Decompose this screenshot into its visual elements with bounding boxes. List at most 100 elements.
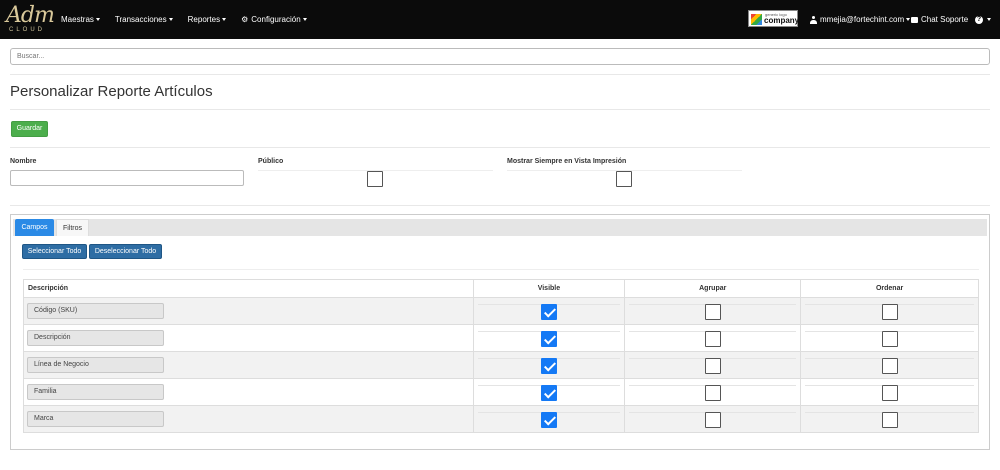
select-all-button[interactable]: Seleccionar Todo xyxy=(22,244,87,259)
divider xyxy=(10,74,990,75)
cell-ordenar xyxy=(800,378,979,406)
divider xyxy=(10,147,990,148)
publico-label: Público xyxy=(258,158,284,165)
cell-agrupar xyxy=(624,324,802,352)
cell-descripcion: Línea de Negocio xyxy=(23,351,474,379)
cell-agrupar xyxy=(624,351,802,379)
cell-descripcion: Marca xyxy=(23,405,474,433)
ordenar-checkbox[interactable] xyxy=(881,304,898,320)
table-row: Línea de Negocio xyxy=(23,351,979,379)
column-header-ordenar: Ordenar xyxy=(800,279,979,298)
company-logo: generic logo company xyxy=(748,10,800,27)
ordenar-checkbox[interactable] xyxy=(881,385,898,401)
column-header-descripcion: Descripción xyxy=(23,279,474,298)
visible-checkbox[interactable] xyxy=(540,331,557,347)
fields-panel: Campos Filtros Seleccionar Todo Deselecc… xyxy=(10,214,990,450)
visible-checkbox[interactable] xyxy=(540,412,557,428)
menu-configuracion[interactable]: ⚙ Configuración xyxy=(241,15,307,24)
question-circle-icon: ? xyxy=(975,15,983,24)
chat-label: Chat Soporte xyxy=(921,15,969,24)
divider xyxy=(10,109,990,110)
page-title: Personalizar Reporte Artículos xyxy=(10,83,213,100)
table-row: Marca xyxy=(23,405,979,433)
tab-campos[interactable]: Campos xyxy=(15,219,54,236)
cell-agrupar xyxy=(624,297,802,325)
cell-agrupar xyxy=(624,405,802,433)
cell-visible xyxy=(472,324,626,352)
top-navbar: Adm CLOUD Maestras Transacciones Reporte… xyxy=(0,0,1000,39)
cell-descripcion: Descripción xyxy=(23,324,474,352)
menu-maestras[interactable]: Maestras xyxy=(61,15,100,24)
menu-label: Reportes xyxy=(187,15,221,24)
agrupar-checkbox[interactable] xyxy=(704,331,721,347)
company-logo-text: company xyxy=(764,16,800,25)
menu-transacciones[interactable]: Transacciones xyxy=(115,15,173,24)
caret-down-icon xyxy=(168,18,173,21)
search-input[interactable] xyxy=(10,48,990,65)
visible-checkbox[interactable] xyxy=(540,304,557,320)
logo-subtext: CLOUD xyxy=(9,27,46,33)
menu-reportes[interactable]: Reportes xyxy=(187,15,227,24)
help-menu[interactable]: ? xyxy=(975,0,991,39)
ordenar-checkbox[interactable] xyxy=(881,358,898,374)
cell-visible xyxy=(472,351,626,379)
user-email: mmejia@fortechint.com xyxy=(820,15,905,24)
mostrar-impresion-checkbox[interactable] xyxy=(616,171,632,187)
cell-visible xyxy=(472,405,626,433)
field-name-input: Familia xyxy=(27,384,164,400)
app-logo[interactable]: Adm CLOUD xyxy=(6,4,55,34)
menu-label: Configuración xyxy=(251,15,301,24)
gear-icon: ⚙ xyxy=(241,15,249,24)
column-header-agrupar: Agrupar xyxy=(624,279,802,298)
cell-ordenar xyxy=(800,405,979,433)
ordenar-checkbox[interactable] xyxy=(881,331,898,347)
agrupar-checkbox[interactable] xyxy=(704,385,721,401)
table-row: Familia xyxy=(23,378,979,406)
tab-filtros[interactable]: Filtros xyxy=(56,219,89,236)
caret-down-icon xyxy=(906,18,911,21)
divider xyxy=(23,269,979,270)
logo-text: Adm xyxy=(6,3,55,28)
field-name-input: Línea de Negocio xyxy=(27,357,164,373)
publico-checkbox[interactable] xyxy=(367,171,383,187)
table-row: Código (SKU) xyxy=(23,297,979,325)
menu-label: Maestras xyxy=(61,15,94,24)
visible-checkbox[interactable] xyxy=(540,358,557,374)
menu-label: Transacciones xyxy=(114,15,167,24)
visible-checkbox[interactable] xyxy=(540,385,557,401)
caret-down-icon xyxy=(987,18,991,21)
main-menu: Maestras Transacciones Reportes ⚙ Configu… xyxy=(61,0,322,39)
column-header-visible: Visible xyxy=(472,279,626,298)
cell-descripcion: Familia xyxy=(23,378,474,406)
user-menu[interactable]: mmejia@fortechint.com xyxy=(810,0,911,39)
cell-visible xyxy=(472,378,626,406)
fields-table: Descripción Visible Agrupar Ordenar Códi… xyxy=(23,279,979,433)
company-logo-icon xyxy=(751,14,762,25)
tab-bar xyxy=(13,219,987,236)
cell-descripcion: Código (SKU) xyxy=(23,297,474,325)
user-icon xyxy=(810,15,817,24)
save-button[interactable]: Guardar xyxy=(11,121,48,137)
cell-agrupar xyxy=(624,378,802,406)
caret-down-icon xyxy=(95,18,100,21)
cell-ordenar xyxy=(800,297,979,325)
ordenar-checkbox[interactable] xyxy=(881,412,898,428)
nombre-label: Nombre xyxy=(10,158,37,165)
field-name-input: Código (SKU) xyxy=(27,303,164,319)
agrupar-checkbox[interactable] xyxy=(704,412,721,428)
chat-support-link[interactable]: Chat Soporte xyxy=(911,0,968,39)
field-name-input: Marca xyxy=(27,411,164,427)
caret-down-icon xyxy=(222,18,227,21)
agrupar-checkbox[interactable] xyxy=(704,358,721,374)
field-name-input: Descripción xyxy=(27,330,164,346)
agrupar-checkbox[interactable] xyxy=(704,304,721,320)
deselect-all-button[interactable]: Deseleccionar Todo xyxy=(89,244,162,259)
mostrar-impresion-label: Mostrar Siempre en Vista Impresión xyxy=(507,158,627,165)
table-row: Descripción xyxy=(23,324,979,352)
table-header-row: Descripción Visible Agrupar Ordenar xyxy=(23,279,979,298)
cell-ordenar xyxy=(800,351,979,379)
divider xyxy=(10,205,990,206)
caret-down-icon xyxy=(302,18,307,21)
nombre-field[interactable] xyxy=(10,170,244,186)
cell-visible xyxy=(472,297,626,325)
